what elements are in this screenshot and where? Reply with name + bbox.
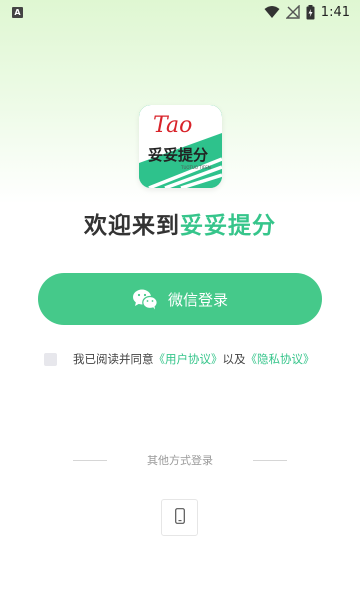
no-signal-icon — [285, 5, 300, 19]
phone-login-button[interactable] — [161, 499, 198, 536]
agreement-checkbox[interactable] — [44, 352, 57, 366]
wechat-login-label: 微信登录 — [167, 290, 228, 309]
divider-line-left — [73, 459, 107, 461]
user-agreement-link[interactable]: 《用户协议》 — [154, 351, 223, 367]
status-left: A — [12, 6, 23, 18]
status-bar: A 1:41 — [0, 0, 360, 24]
agreement-joiner: 以及 — [222, 352, 246, 366]
logo-main-text: 妥妥提分 — [148, 146, 208, 164]
wechat-icon — [132, 288, 158, 310]
agreement-row: 我已阅读并同意 《用户协议》 以及 《隐私协议》 — [44, 349, 344, 369]
notification-icon: A — [12, 6, 23, 18]
status-time: 1:41 — [320, 4, 350, 20]
logo-script-text: Tao — [153, 113, 192, 138]
phone-icon — [174, 507, 185, 528]
divider-line-right — [253, 459, 287, 461]
app-logo: Tao 妥妥提分 TUOTUO TIFEN — [139, 105, 222, 188]
welcome-title: 欢迎来到妥妥提分 — [0, 206, 360, 240]
status-right: 1:41 — [264, 4, 350, 20]
other-login-divider: 其他方式登录 — [0, 451, 360, 469]
logo-sub-text: TUOTUO TIFEN — [180, 165, 211, 170]
other-login-label: 其他方式登录 — [147, 454, 213, 467]
wechat-login-button[interactable]: 微信登录 — [38, 273, 322, 325]
privacy-policy-link[interactable]: 《隐私协议》 — [246, 351, 315, 367]
welcome-brand: 妥妥提分 — [180, 213, 276, 239]
agreement-text: 我已阅读并同意 — [73, 352, 154, 366]
welcome-prefix: 欢迎来到 — [84, 213, 180, 239]
battery-icon — [306, 4, 315, 20]
wifi-icon — [264, 5, 280, 19]
